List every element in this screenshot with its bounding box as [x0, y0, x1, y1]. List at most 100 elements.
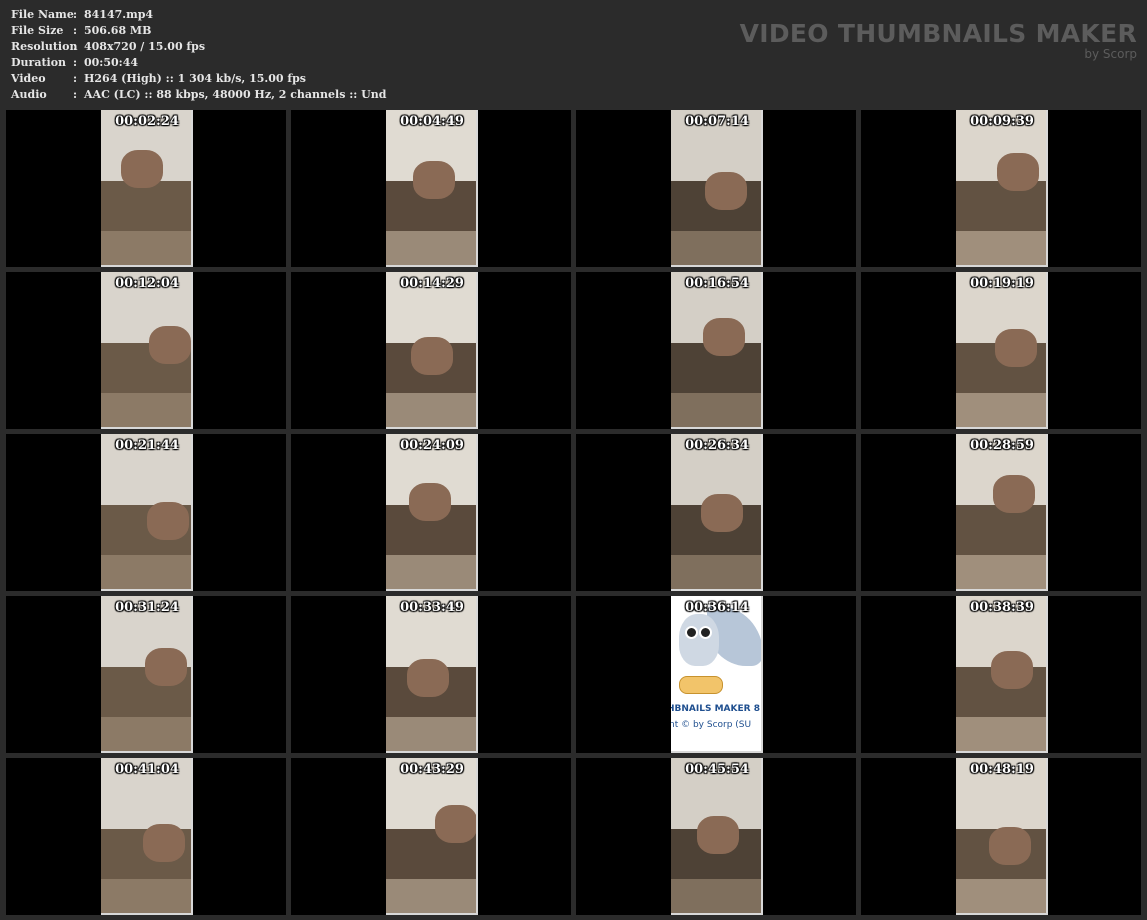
timestamp-label: 00:43:29	[400, 762, 464, 777]
thumbnail-cell[interactable]: 00:14:29	[291, 272, 571, 429]
frame-subject	[697, 816, 739, 854]
frame-region	[956, 230, 1046, 265]
timestamp-label: 00:31:24	[115, 600, 179, 615]
thumbnail-cell[interactable]: HBNAILS MAKER 8 nt © by Scorp (SU 00:36:14	[576, 596, 856, 753]
video-frame	[671, 434, 763, 591]
frame-region	[956, 554, 1046, 589]
video-frame	[671, 758, 763, 915]
timestamp-label: 00:38:39	[970, 600, 1034, 615]
thumbnail-cell[interactable]: 00:02:24	[6, 110, 286, 267]
frame-subject	[147, 502, 189, 540]
info-row: Audio: AAC (LC) :: 88 kbps, 48000 Hz, 2 c…	[11, 87, 386, 103]
info-key: File Name	[11, 8, 74, 21]
timestamp-label: 00:45:54	[685, 762, 749, 777]
info-row: Video: H264 (High) :: 1 304 kb/s, 15.00 f…	[11, 71, 386, 87]
frame-subject	[703, 318, 745, 356]
frame-subject	[995, 329, 1037, 367]
frame-subject	[997, 153, 1039, 191]
thumbnail-cell[interactable]: 00:19:19	[861, 272, 1141, 429]
thumbnail-cell[interactable]: 00:24:09	[291, 434, 571, 591]
thumbnail-cell[interactable]: 00:31:24	[6, 596, 286, 753]
info-value: 506.68 MB	[84, 24, 152, 37]
frame-region	[101, 716, 191, 751]
frame-region	[386, 878, 476, 913]
logo-copyright: nt © by Scorp (SU	[671, 720, 752, 730]
frame-region	[101, 392, 191, 427]
video-frame	[956, 434, 1048, 591]
frame-subject	[993, 475, 1035, 513]
scroll-icon	[679, 676, 723, 694]
info-separator: :	[73, 88, 78, 101]
timestamp-label: 00:48:19	[970, 762, 1034, 777]
video-frame	[956, 596, 1048, 753]
info-row: File Name:84147.mp4	[11, 7, 386, 23]
frame-subject	[143, 824, 185, 862]
thumbnail-cell[interactable]: 00:12:04	[6, 272, 286, 429]
thumbnail-cell[interactable]: 00:09:39	[861, 110, 1141, 267]
video-frame	[101, 434, 193, 591]
info-row: Resolution:408x720 / 15.00 fps	[11, 39, 386, 55]
video-frame	[386, 434, 478, 591]
thumbnail-cell[interactable]: 00:28:59	[861, 434, 1141, 591]
timestamp-label: 00:24:09	[400, 438, 464, 453]
brand-title: VIDEO THUMBNAILS MAKER	[739, 19, 1137, 48]
frame-subject	[149, 326, 191, 364]
info-value: 408x720 / 15.00 fps	[84, 40, 206, 53]
info-separator: :	[73, 8, 78, 21]
video-frame	[101, 110, 193, 267]
timestamp-label: 00:19:19	[970, 276, 1034, 291]
thumbnail-cell[interactable]: 00:45:54	[576, 758, 856, 915]
info-value: 84147.mp4	[84, 8, 154, 21]
thumbnail-cell[interactable]: 00:16:54	[576, 272, 856, 429]
frame-region	[956, 392, 1046, 427]
thumbnail-cell[interactable]: 00:41:04	[6, 758, 286, 915]
info-row: File Size:506.68 MB	[11, 23, 386, 39]
frame-region	[386, 716, 476, 751]
frame-region	[956, 716, 1046, 751]
timestamp-label: 00:12:04	[115, 276, 179, 291]
video-frame	[956, 110, 1048, 267]
frame-subject	[435, 805, 476, 843]
frame-region	[386, 230, 476, 265]
frame-subject	[121, 150, 163, 188]
thumbnail-cell[interactable]: 00:33:49	[291, 596, 571, 753]
frame-region	[956, 878, 1046, 913]
thumbnail-grid: 00:02:24 00:04:49 00:07:14 00:09:39 00:12:04…	[6, 110, 1142, 916]
timestamp-label: 00:26:34	[685, 438, 749, 453]
info-key: Resolution	[11, 40, 78, 53]
frame-region	[386, 554, 476, 589]
info-row: Duration:00:50:44	[11, 55, 386, 71]
frame-region	[101, 181, 191, 231]
video-frame	[101, 758, 193, 915]
video-frame	[386, 596, 478, 753]
video-frame	[386, 272, 478, 429]
info-separator: :	[73, 24, 78, 37]
frame-subject	[145, 648, 187, 686]
logo-text: HBNAILS MAKER 8	[671, 704, 760, 714]
timestamp-label: 00:21:44	[115, 438, 179, 453]
frame-region	[671, 878, 761, 913]
info-value: 00:50:44	[84, 56, 139, 69]
thumbnail-cell[interactable]: 00:07:14	[576, 110, 856, 267]
frame-region	[671, 230, 761, 265]
thumbnail-cell[interactable]: 00:48:19	[861, 758, 1141, 915]
frame-subject	[705, 172, 747, 210]
thumbnail-cell[interactable]: 00:38:39	[861, 596, 1141, 753]
video-frame	[671, 272, 763, 429]
frame-subject	[409, 483, 451, 521]
info-key: Audio	[11, 88, 47, 101]
thumbnail-cell[interactable]: 00:26:34	[576, 434, 856, 591]
owl-eye	[685, 626, 698, 639]
video-frame	[386, 110, 478, 267]
frame-region	[386, 392, 476, 427]
frame-region	[956, 181, 1046, 231]
thumbnail-cell[interactable]: 00:21:44	[6, 434, 286, 591]
timestamp-label: 00:04:49	[400, 114, 464, 129]
frame-subject	[701, 494, 743, 532]
info-value: AAC (LC) :: 88 kbps, 48000 Hz, 2 channel…	[84, 88, 387, 101]
timestamp-label: 00:36:14	[685, 600, 749, 615]
thumbnail-cell[interactable]: 00:04:49	[291, 110, 571, 267]
frame-subject	[989, 827, 1031, 865]
info-separator: :	[73, 40, 78, 53]
thumbnail-cell[interactable]: 00:43:29	[291, 758, 571, 915]
